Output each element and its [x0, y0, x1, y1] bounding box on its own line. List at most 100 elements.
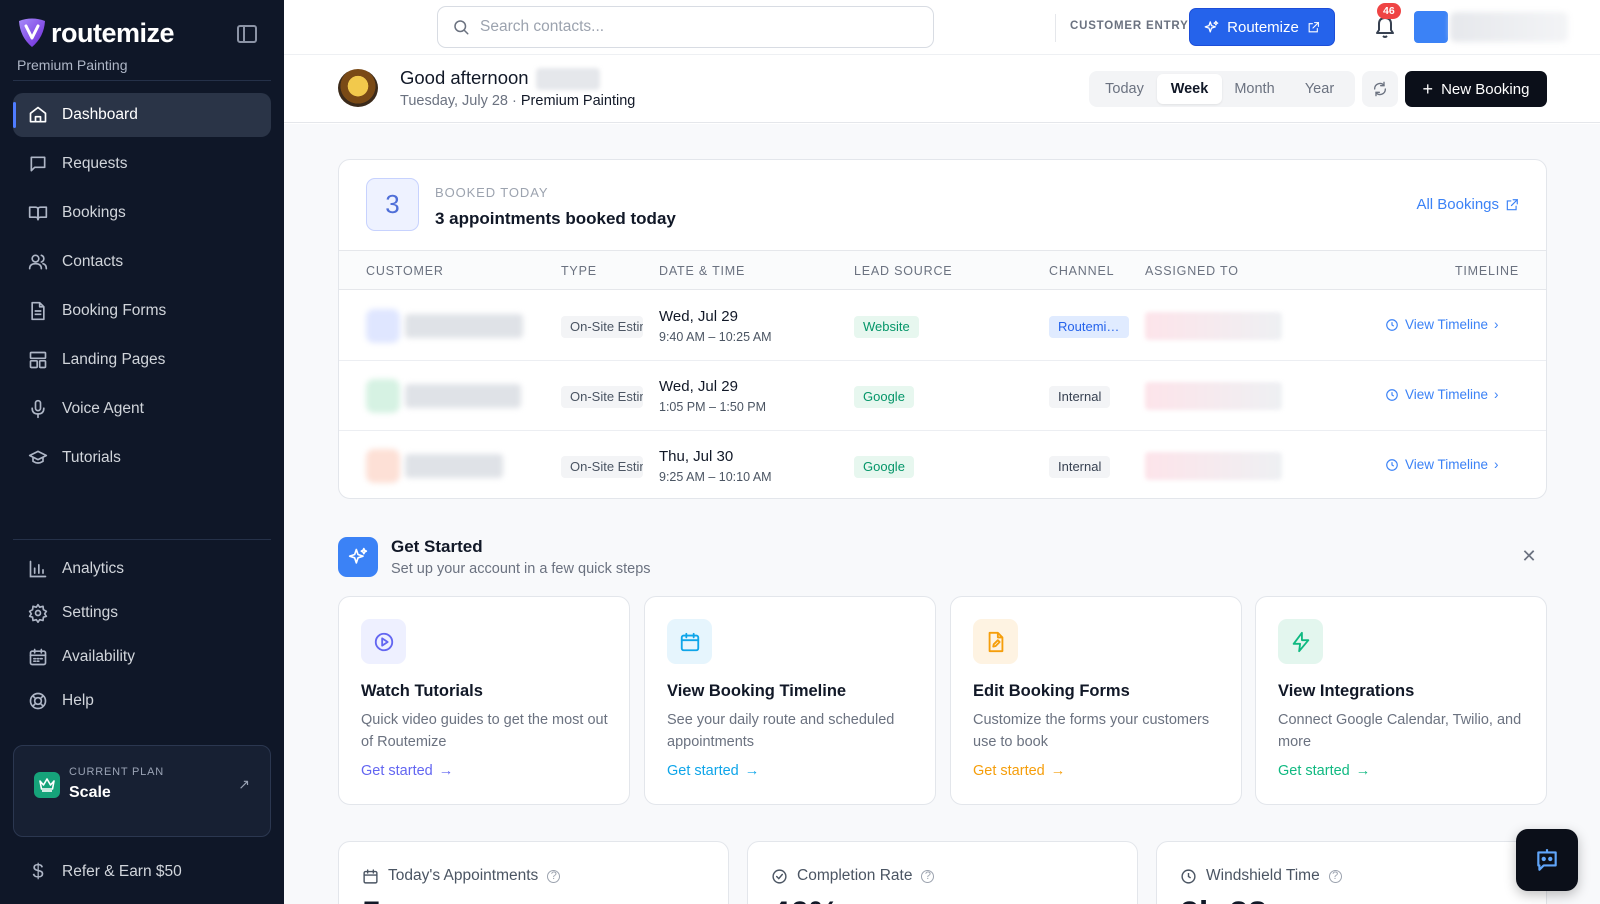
arrow-up-right-icon: ↗ [238, 776, 250, 792]
sidebar-item-contacts[interactable]: Contacts [13, 240, 271, 284]
sidebar-item-label: Voice Agent [62, 400, 144, 417]
sidebar-item-help[interactable]: Help [13, 681, 271, 721]
get-started-link[interactable]: Get started → [667, 763, 759, 779]
step-card-edit-booking-forms[interactable]: Edit Booking Forms Customize the forms y… [950, 596, 1242, 805]
step-card-view-integrations[interactable]: View Integrations Connect Google Calenda… [1255, 596, 1547, 805]
sidebar-item-label: Analytics [62, 560, 125, 577]
sidebar-item-label: Help [62, 692, 94, 709]
help-icon[interactable]: ? [921, 869, 935, 883]
tab-month[interactable]: Month [1222, 74, 1287, 104]
table-row[interactable]: On-Site Estimate Thu, Jul 30 9:25 AM – 1… [339, 431, 1546, 501]
home-icon [28, 105, 48, 125]
sidebar-item-landing-pages[interactable]: Landing Pages [13, 338, 271, 382]
get-started-link[interactable]: Get started → [973, 763, 1065, 779]
bot-chat-icon [1537, 849, 1557, 871]
new-booking-label: New Booking [1441, 80, 1530, 98]
channel-pill: Internal [1049, 386, 1111, 408]
view-timeline-link[interactable]: View Timeline › [1385, 457, 1499, 472]
company-name: Premium Painting [17, 57, 128, 73]
search-box[interactable] [437, 6, 934, 48]
notification-badge: 46 [1377, 3, 1401, 19]
sidebar-item-voice-agent[interactable]: Voice Agent [13, 387, 271, 431]
stat-value: 2h 38m [1180, 895, 1297, 904]
get-started-link[interactable]: Get started → [1278, 763, 1370, 779]
routemize-button-label: Routemize [1227, 18, 1299, 36]
stat-card-completion-rate: Completion Rate ? 46% [747, 841, 1138, 904]
play-circle-icon [361, 619, 406, 664]
brand[interactable]: routemize [17, 17, 175, 49]
sidebar-item-requests[interactable]: Requests [13, 142, 271, 186]
user-name-redacted[interactable] [1450, 12, 1568, 42]
stat-value: 5 [362, 895, 381, 904]
divider [1055, 14, 1056, 42]
help-icon[interactable]: ? [1328, 869, 1342, 883]
arrow-right-icon: → [744, 763, 760, 779]
booking-date: Thu, Jul 30 [659, 448, 734, 465]
view-timeline-link[interactable]: View Timeline › [1385, 387, 1499, 402]
refresh-button[interactable] [1362, 71, 1398, 107]
get-started-label: Get started [667, 763, 739, 779]
sidebar-item-tutorials[interactable]: Tutorials [13, 436, 271, 480]
tab-year[interactable]: Year [1287, 74, 1352, 104]
refer-earn-link[interactable]: $ Refer & Earn $50 [28, 862, 181, 882]
get-started-label: Get started [1278, 763, 1350, 779]
tab-week[interactable]: Week [1157, 74, 1222, 104]
layout-icon [28, 350, 48, 370]
search-input[interactable] [480, 18, 900, 36]
column-header: ASSIGNED TO [1145, 264, 1239, 278]
tab-today[interactable]: Today [1092, 74, 1157, 104]
primary-nav: Dashboard Requests Bookings Contacts Boo… [13, 93, 271, 485]
sidebar-item-booking-forms[interactable]: Booking Forms [13, 289, 271, 333]
gear-icon [28, 603, 48, 623]
arrow-right-icon: → [438, 763, 454, 779]
chevron-right-icon: › [1494, 457, 1499, 472]
assigned-to-redacted [1145, 452, 1282, 480]
step-title: View Booking Timeline [667, 682, 847, 700]
table-row[interactable]: On-Site Estimate Wed, Jul 29 9:40 AM – 1… [339, 291, 1546, 361]
sidebar-item-bookings[interactable]: Bookings [13, 191, 271, 235]
channel-pill: Routemize [1049, 316, 1129, 338]
collapse-sidebar-icon[interactable] [237, 25, 257, 43]
get-started-link[interactable]: Get started → [361, 763, 453, 779]
crown-icon [34, 772, 60, 798]
close-icon[interactable]: ✕ [1520, 547, 1538, 565]
current-plan-card[interactable]: CURRENT PLAN Scale ↗ [13, 745, 271, 837]
file-edit-icon [973, 619, 1018, 664]
step-card-view-booking-timeline[interactable]: View Booking Timeline See your daily rou… [644, 596, 936, 805]
view-timeline-link[interactable]: View Timeline › [1385, 317, 1499, 332]
type-pill: On-Site Estimate [561, 386, 643, 408]
chevron-right-icon: › [1494, 387, 1499, 402]
chat-assistant-button[interactable] [1516, 829, 1578, 891]
stat-value: 46% [771, 895, 839, 904]
date-line: Tuesday, July 28 · Premium Painting [400, 93, 635, 109]
step-card-watch-tutorials[interactable]: Watch Tutorials Quick video guides to ge… [338, 596, 630, 805]
sidebar-item-label: Tutorials [62, 449, 121, 466]
help-icon[interactable]: ? [547, 869, 561, 883]
step-description: Customize the forms your customers use t… [973, 712, 1210, 750]
routemize-button[interactable]: Routemize [1189, 8, 1335, 46]
sidebar-item-dashboard[interactable]: Dashboard [13, 93, 271, 137]
avatar[interactable] [1414, 11, 1448, 43]
new-booking-button[interactable]: + New Booking [1405, 71, 1547, 107]
routemize-logo-icon [19, 18, 45, 47]
column-header: LEAD SOURCE [854, 264, 953, 278]
step-description: Quick video guides to get the most out o… [361, 712, 608, 750]
step-description: Connect Google Calendar, Twilio, and mor… [1278, 712, 1522, 750]
booking-date: Wed, Jul 29 [659, 308, 738, 325]
lead-source-pill: Website [854, 316, 919, 338]
table-row[interactable]: On-Site Estimate Wed, Jul 29 1:05 PM – 1… [339, 361, 1546, 431]
zap-icon [1278, 619, 1323, 664]
sidebar-item-availability[interactable]: Availability [13, 637, 271, 677]
step-title: View Integrations [1278, 682, 1415, 700]
company-name: Premium Painting [520, 93, 636, 109]
view-timeline-label: View Timeline [1405, 457, 1489, 472]
sidebar-item-settings[interactable]: Settings [13, 593, 271, 633]
sidebar-item-label: Landing Pages [62, 351, 166, 368]
all-bookings-link[interactable]: All Bookings [1416, 196, 1519, 213]
customer-name-redacted [405, 454, 503, 478]
step-title: Edit Booking Forms [973, 682, 1130, 700]
step-title: Watch Tutorials [361, 682, 483, 700]
sidebar-item-analytics[interactable]: Analytics [13, 549, 271, 589]
graduation-cap-icon [28, 448, 48, 468]
stat-card-todays-appointments: Today's Appointments ? 5 [338, 841, 729, 904]
